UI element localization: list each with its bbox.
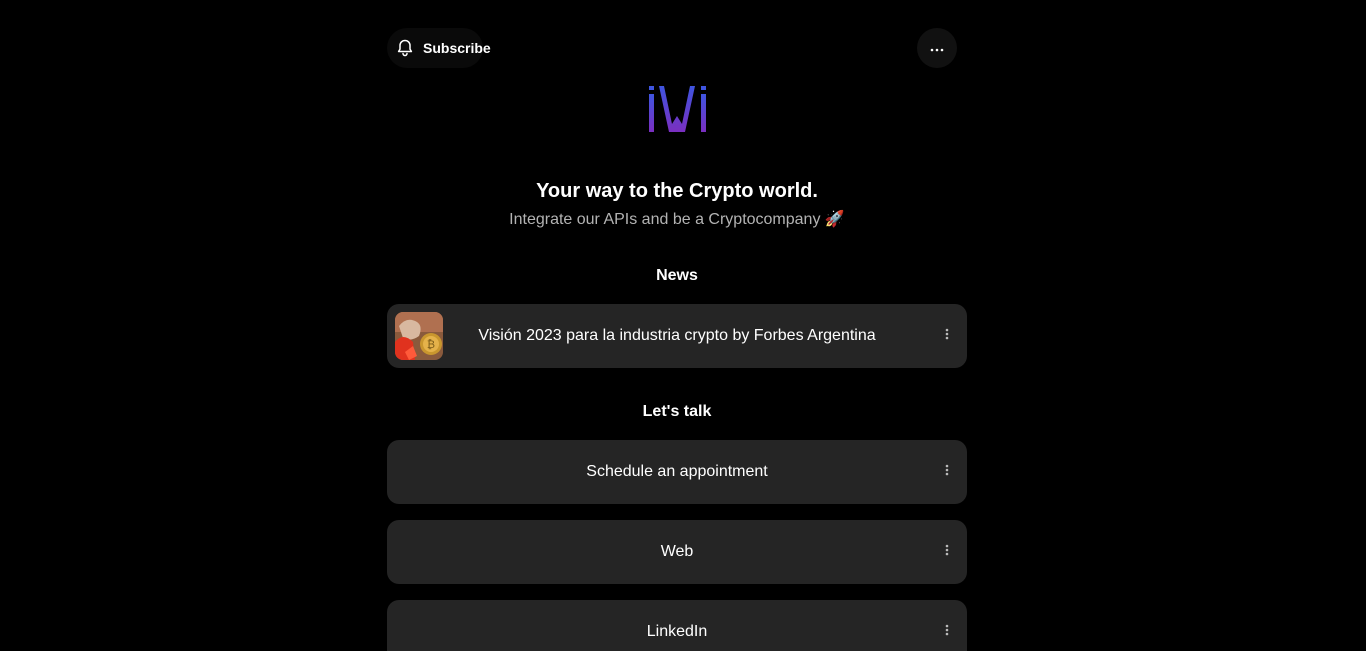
bitcoin-news-thumbnail: ₿ (395, 312, 443, 360)
svg-text:₿: ₿ (427, 338, 435, 351)
link-options-button[interactable] (937, 542, 957, 562)
profile-subtitle: Integrate our APIs and be a Cryptocompan… (509, 211, 845, 228)
web-link-label: Web (660, 543, 694, 560)
profile-title: Your way to the Crypto world. (536, 180, 818, 202)
schedule-link-card[interactable]: Schedule an appointment (387, 440, 967, 504)
schedule-link-label: Schedule an appointment (586, 463, 768, 480)
section-heading-talk: Let's talk (642, 403, 712, 420)
linkedin-link-label: LinkedIn (646, 623, 708, 640)
more-vertical-icon (945, 543, 949, 561)
profile-logo (649, 86, 706, 132)
more-vertical-icon (945, 623, 949, 641)
section-heading-news: News (656, 267, 698, 284)
web-link-card[interactable]: Web (387, 520, 967, 584)
link-options-button[interactable] (937, 622, 957, 642)
news-link-label: Visión 2023 para la industria crypto by … (478, 327, 876, 344)
more-vertical-icon (945, 463, 949, 481)
news-link-card[interactable]: ₿ Visión 2023 para la industria crypto b… (387, 304, 967, 368)
bell-icon (395, 38, 415, 58)
subscribe-label: Subscribe (423, 40, 491, 56)
more-options-button[interactable] (917, 28, 957, 68)
more-vertical-icon (945, 327, 949, 345)
page: Subscribe Your way to the Crypto world. … (0, 0, 1354, 651)
subscribe-button[interactable]: Subscribe (387, 28, 491, 68)
linkedin-link-card[interactable]: LinkedIn (387, 600, 967, 651)
link-options-button[interactable] (937, 326, 957, 346)
more-horizontal-icon (930, 39, 944, 57)
link-options-button[interactable] (937, 462, 957, 482)
